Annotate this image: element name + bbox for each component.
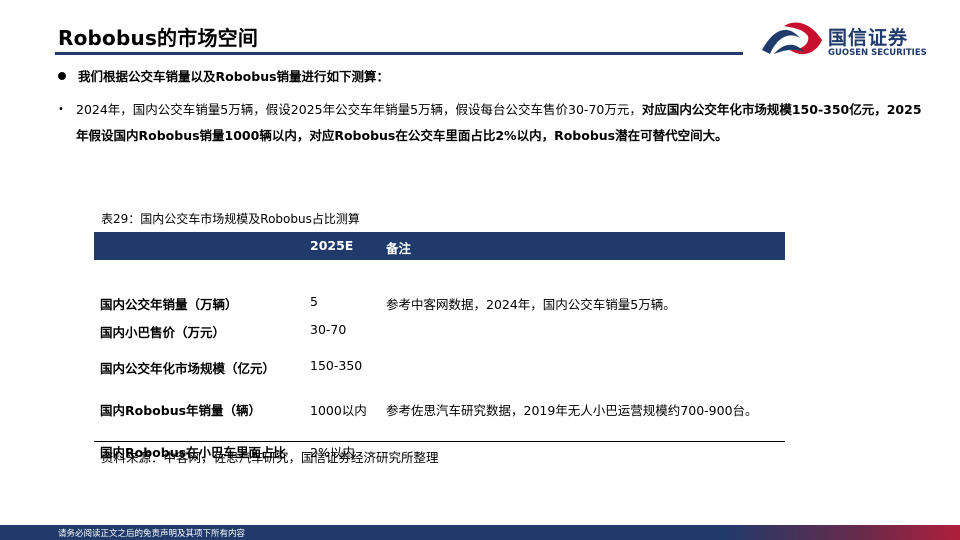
footer-disclaimer: 请务必阅读正文之后的免责声明及其项下所有内容 <box>58 529 246 539</box>
row-item: 国内Robobus年销量（辆） <box>100 403 262 418</box>
logo-mark-icon <box>762 22 822 55</box>
row-value: 30-70 <box>310 322 347 337</box>
row-note: 参考中客网数据，2024年，国内公交车销量5万辆。 <box>386 297 676 312</box>
row-note: 参考佐思汽车研究数据，2019年无人小巴运营规模约700-900台。 <box>386 403 758 418</box>
table-bottom-rule <box>94 441 785 442</box>
bullet-text: 我们根据公交车销量以及Robobus销量进行如下测算： <box>78 69 390 84</box>
paragraph-plain-text: 2024年，国内公交车销量5万辆，假设2025年公交车年销量5万辆，假设每台公交… <box>76 102 642 117</box>
logo-text-en: GUOSEN SECURITIES <box>828 48 927 58</box>
bullet-dot-icon <box>58 71 66 80</box>
bullet-point: 我们根据公交车销量以及Robobus销量进行如下测算： <box>58 66 389 85</box>
company-logo: 国信证券 GUOSEN SECURITIES <box>760 20 930 64</box>
paragraph-bullet: • <box>58 104 64 115</box>
row-value: 1000以内 <box>310 403 367 418</box>
title-underline <box>55 52 743 55</box>
header-note: 备注 <box>386 241 412 256</box>
table-source: 资料来源：中客网，佐思汽车研究，国信证券经济研究所整理 <box>101 450 439 465</box>
row-item: 国内公交年销量（万辆） <box>100 297 238 312</box>
row-value: 150-350 <box>310 358 363 373</box>
table-header-row: 2025E 备注 <box>94 232 785 260</box>
market-size-table: 2025E 备注 国内公交年销量（万辆） 5 参考中客网数据，2024年，国内公… <box>94 232 785 460</box>
row-value: 5 <box>310 294 318 309</box>
footer-bar: 请务必阅读正文之后的免责声明及其项下所有内容 <box>0 525 960 540</box>
row-item: 国内公交年化市场规模（亿元） <box>100 361 276 376</box>
table-caption: 表29：国内公交车市场规模及Robobus占比测算 <box>101 212 360 226</box>
row-item: 国内小巴售价（万元） <box>100 325 226 340</box>
analysis-paragraph: • 2024年，国内公交车销量5万辆，假设2025年公交车年销量5万辆，假设每台… <box>58 97 928 149</box>
logo-text-cn: 国信证券 <box>828 27 909 49</box>
header-2025e: 2025E <box>310 238 354 253</box>
page-title: Robobus的市场空间 <box>58 26 259 50</box>
